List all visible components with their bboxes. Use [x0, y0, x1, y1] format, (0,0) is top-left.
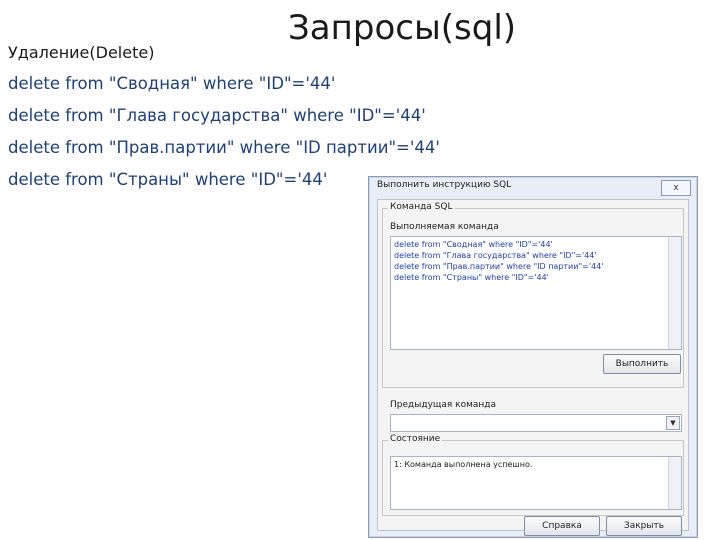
executed-command-label: Выполняемая команда — [390, 222, 499, 232]
close-button[interactable]: Закрыть — [606, 516, 682, 536]
execute-button[interactable]: Выполнить — [603, 354, 681, 374]
chevron-down-icon[interactable]: ▼ — [666, 416, 680, 430]
query-line-1: delete from "Сводная" where "ID"='44' — [8, 74, 336, 93]
status-label: Состояние — [388, 434, 443, 444]
sql-line: delete from "Сводная" where "ID"='44' — [394, 240, 553, 249]
sql-command-textarea[interactable]: delete from "Сводная" where "ID"='44' de… — [390, 236, 682, 350]
status-output: 1: Команда выполнена успешно. — [390, 456, 682, 510]
slide-title: Запросы(sql) — [288, 8, 517, 48]
status-text: 1: Команда выполнена успешно. — [394, 460, 533, 469]
dialog-close-icon[interactable]: x — [661, 180, 691, 196]
execute-sql-dialog: Выполнить инструкцию SQL x Команда SQL В… — [368, 176, 698, 538]
sql-line: delete from "Глава государства" where "I… — [394, 251, 597, 260]
previous-command-label: Предыдущая команда — [390, 400, 497, 410]
command-group-label: Команда SQL — [388, 202, 455, 212]
query-line-2: delete from "Глава государства" where "I… — [8, 106, 426, 125]
dialog-title: Выполнить инструкцию SQL — [377, 180, 512, 190]
help-button[interactable]: Справка — [524, 516, 600, 536]
dialog-body: Команда SQL Выполняемая команда delete f… — [377, 199, 689, 536]
sql-line: delete from "Страны" where "ID"='44' — [394, 273, 549, 282]
query-line-3: delete from "Прав.партии" where "ID парт… — [8, 138, 440, 157]
previous-command-select[interactable]: ▼ — [390, 414, 682, 432]
sql-scrollbar[interactable] — [668, 237, 681, 349]
query-line-4: delete from "Страны" where "ID"='44' — [8, 170, 328, 189]
slide-subtitle: Удаление(Delete) — [8, 43, 155, 62]
status-scrollbar[interactable] — [668, 457, 681, 509]
sql-line: delete from "Прав.партии" where "ID парт… — [394, 262, 604, 271]
